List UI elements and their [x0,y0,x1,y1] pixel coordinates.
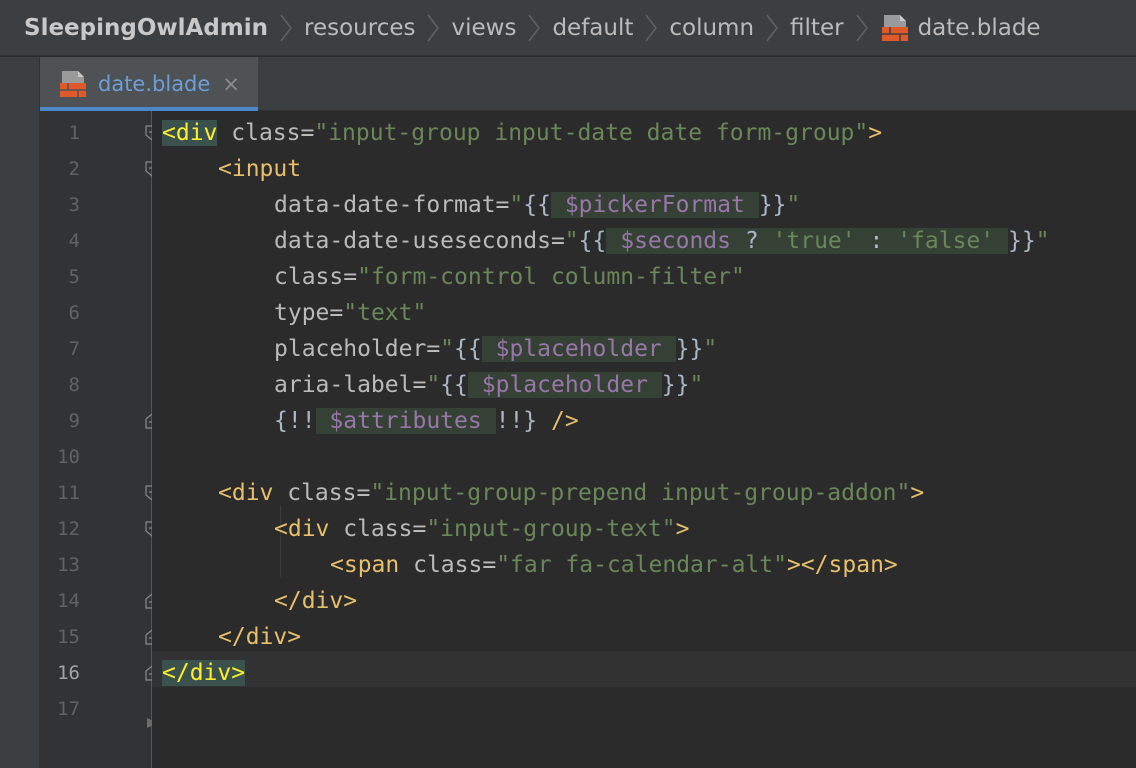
code-editor[interactable]: <div class="input-group input-date date … [152,111,1136,768]
editor-tab-bar: date.blade × [40,57,1136,111]
code-line-11: <div class="input-group-prepend input-gr… [218,480,925,506]
chevron-right-icon [526,13,542,43]
code-line-7: placeholder="{{ $placeholder }}" [274,336,718,362]
code-line-3: data-date-format="{{ $pickerFormat }}" [274,192,801,218]
breadcrumb-item-column[interactable]: column [669,15,754,41]
blade-file-icon [880,13,910,43]
line-number: 4 [68,230,80,252]
chevron-right-icon [278,13,294,43]
breadcrumb-item-file[interactable]: date.blade [880,13,1041,43]
editor-gutter[interactable]: 1 2 3 4 5 6 7 8 9 10 11 12 13 14 15 16 1… [40,111,159,768]
line-number: 9 [68,410,80,432]
code-line-16: </div> [162,660,246,686]
tab-date-blade[interactable]: date.blade × [40,57,258,111]
line-number: 14 [57,590,80,612]
line-number: 6 [68,302,80,324]
breadcrumb-item-default[interactable]: default [552,15,633,41]
line-number: 7 [68,338,80,360]
code-line-15: </div> [218,624,302,650]
breadcrumb-root[interactable]: SleepingOwlAdmin [24,15,268,41]
code-line-14: </div> [274,588,358,614]
code-line-4: data-date-useseconds="{{ $seconds ? 'tru… [274,228,1050,254]
close-icon[interactable]: × [222,72,240,96]
chevron-right-icon [643,13,659,43]
line-number: 11 [57,482,80,504]
line-number: 12 [57,518,80,540]
chevron-right-icon [764,13,780,43]
line-number: 5 [68,266,80,288]
breadcrumb-item-resources[interactable]: resources [304,15,415,41]
blade-file-icon [58,69,88,99]
chevron-right-icon [854,13,870,43]
line-number-current: 16 [57,662,80,684]
code-line-5: class="form-control column-filter" [274,264,745,290]
line-number: 15 [57,626,80,648]
line-number: 13 [57,554,80,576]
line-number: 10 [57,446,80,468]
current-line-highlight [152,651,1136,687]
chevron-right-icon [425,13,441,43]
tab-label: date.blade [98,72,211,96]
code-line-13: <span class="far fa-calendar-alt"></span… [330,552,898,578]
line-number: 1 [68,122,80,144]
breadcrumb-item-filter[interactable]: filter [790,15,844,41]
code-line-8: aria-label="{{ $placeholder }}" [274,372,704,398]
breadcrumb-file-label: date.blade [917,14,1041,41]
code-line-6: type="text" [274,300,427,326]
breadcrumb: SleepingOwlAdmin resources views default… [0,0,1136,56]
code-line-12: <div class="input-group-text"> [274,516,690,542]
breadcrumb-item-views[interactable]: views [451,15,516,41]
code-line-2: <input [218,156,302,182]
line-number: 3 [68,194,80,216]
line-number: 2 [68,158,80,180]
tool-window-strip [0,57,40,768]
line-number: 17 [57,698,80,720]
code-line-9: {!! $attributes !!} /> [274,408,579,434]
line-number: 8 [68,374,80,396]
code-line-1: <div class="input-group input-date date … [162,120,883,146]
